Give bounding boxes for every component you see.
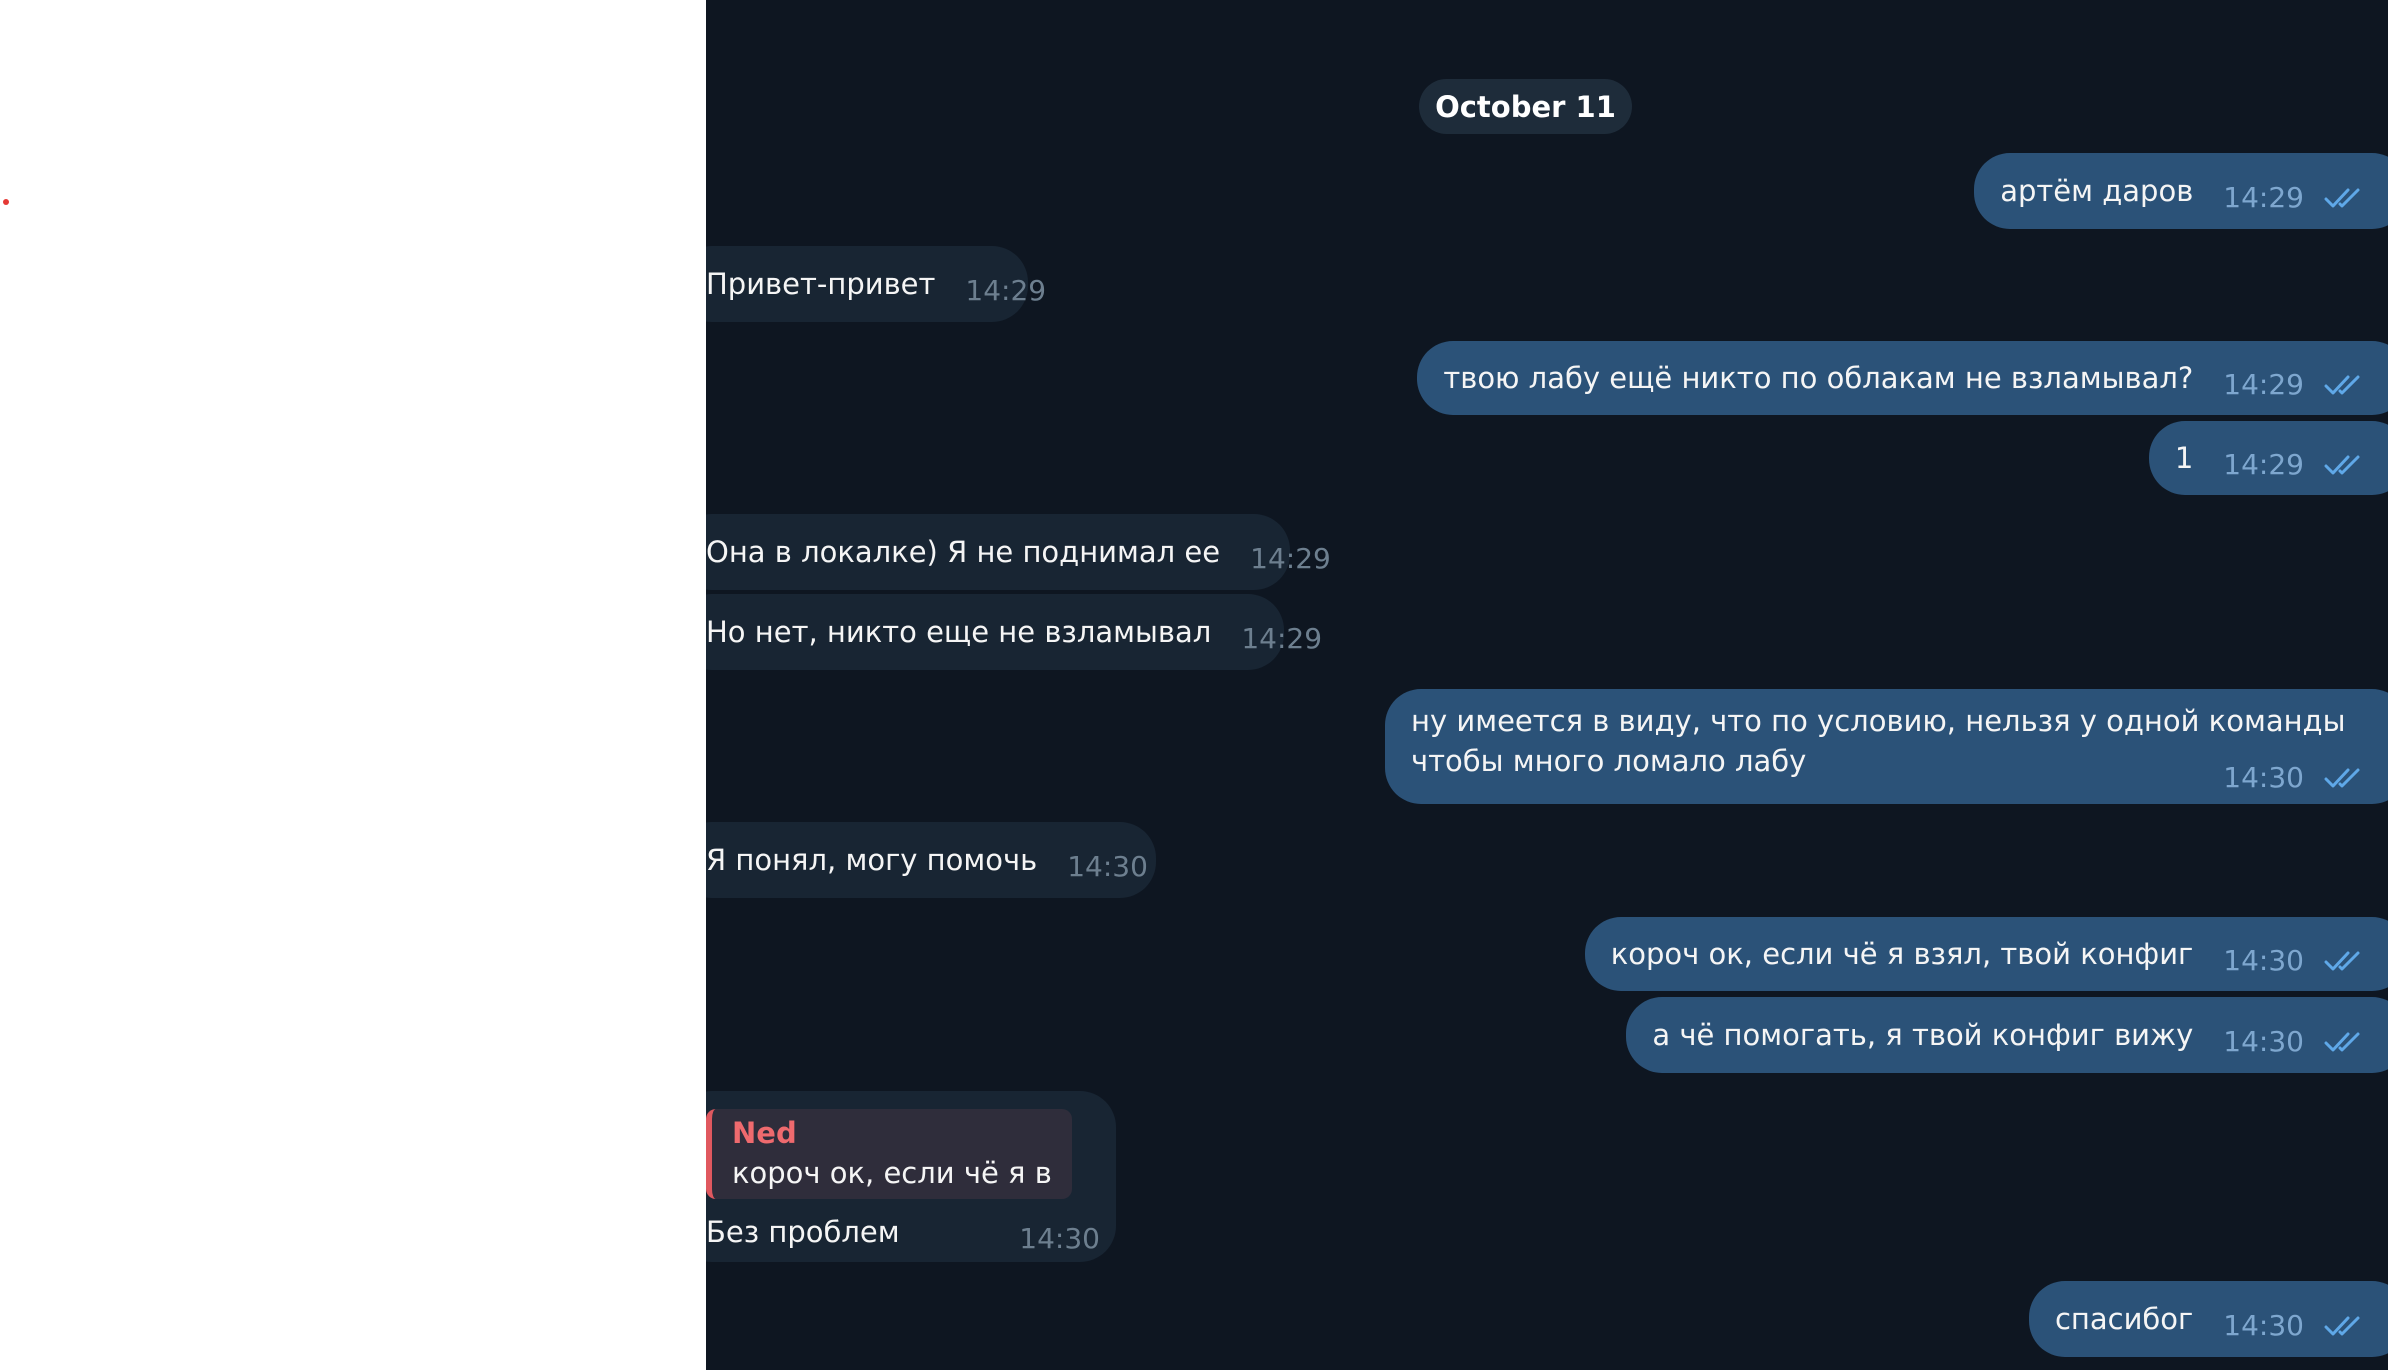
message-incoming[interactable]: Она в локалке) Я не поднимал ее 14:29 xyxy=(706,514,1331,590)
reply-quote[interactable]: Ned короч ок, если чё я в... xyxy=(706,1109,1072,1199)
double-check-icon xyxy=(2324,186,2366,210)
message-time: 14:30 xyxy=(1019,1222,1100,1255)
message-text: 1 xyxy=(2174,441,2194,475)
message-time: 14:30 xyxy=(2223,944,2304,977)
message-incoming[interactable]: Привет-привет 14:29 xyxy=(706,246,1046,322)
message-time: 14:29 xyxy=(2223,368,2304,401)
message-incoming[interactable]: Я понял, могу помочь 14:30 xyxy=(706,822,1156,898)
message-meta: 14:29 xyxy=(2223,445,2366,485)
message-text: Но нет, никто еще не взламывал xyxy=(706,615,1212,649)
message-text: короч ок, если чё я взял, твой конфиг xyxy=(1610,937,2194,971)
message-text: Без проблем xyxy=(706,1215,900,1249)
message-text: твою лабу ещё никто по облакам не взламы… xyxy=(1443,361,2194,395)
message-meta: 14:29 xyxy=(1250,539,1331,579)
double-check-icon xyxy=(2324,1314,2366,1338)
message-meta: 14:30 xyxy=(2223,758,2366,798)
message-meta: 14:29 xyxy=(2223,365,2366,405)
message-outgoing[interactable]: 1 14:29 xyxy=(2148,421,2388,495)
message-text: спасибог xyxy=(2054,1302,2194,1336)
message-outgoing[interactable]: артём даров 14:29 xyxy=(1974,153,2388,229)
message-meta: 14:30 xyxy=(1019,1219,1100,1259)
message-time: 14:29 xyxy=(1250,542,1331,575)
message-time: 14:29 xyxy=(1241,622,1323,655)
reply-author: Ned xyxy=(732,1116,797,1150)
message-meta: 14:29 xyxy=(965,271,1046,311)
message-time: 14:29 xyxy=(2223,448,2304,481)
message-meta: 14:30 xyxy=(2223,941,2366,981)
message-text: артём даров xyxy=(2000,174,2194,208)
chat-area[interactable]: October 11 артём даров 14:29 Привет-прив… xyxy=(706,0,2388,1370)
message-meta: 14:30 xyxy=(1067,847,1148,887)
message-meta: 14:30 xyxy=(2223,1022,2366,1062)
message-outgoing[interactable]: а чё помогать, я твой конфиг вижу 14:30 xyxy=(1626,997,2388,1073)
message-text-line: ну имеется в виду, что по условию, нельз… xyxy=(1411,704,2346,738)
message-time: 14:30 xyxy=(2223,1309,2304,1342)
message-outgoing[interactable]: короч ок, если чё я взял, твой конфиг 14… xyxy=(1584,917,2388,991)
double-check-icon xyxy=(2324,453,2366,477)
notification-dot xyxy=(3,199,9,205)
message-text: Она в локалке) Я не поднимал ее xyxy=(706,535,1221,569)
date-label: October 11 xyxy=(1435,89,1616,124)
message-meta: 14:30 xyxy=(2223,1306,2366,1346)
message-incoming[interactable]: Но нет, никто еще не взламывал 14:29 xyxy=(706,594,1322,670)
double-check-icon xyxy=(2324,1030,2366,1054)
message-meta: 14:29 xyxy=(1241,619,1322,659)
reply-text: короч ок, если чё я в... xyxy=(732,1156,1054,1190)
message-outgoing[interactable]: ну имеется в виду, что по условию, нельз… xyxy=(1385,689,2388,804)
message-outgoing[interactable]: твою лабу ещё никто по облакам не взламы… xyxy=(1417,341,2388,415)
message-text: Привет-привет xyxy=(706,267,936,301)
date-separator: October 11 xyxy=(1419,79,1632,134)
message-time: 14:30 xyxy=(2223,1025,2304,1058)
left-panel xyxy=(0,0,706,1370)
message-text: Я понял, могу помочь xyxy=(706,843,1038,877)
double-check-icon xyxy=(2324,949,2366,973)
message-meta: 14:29 xyxy=(2223,178,2366,218)
message-incoming-reply[interactable]: Ned короч ок, если чё я в... Без проблем… xyxy=(706,1091,1116,1262)
message-text: а чё помогать, я твой конфиг вижу xyxy=(1652,1018,2194,1052)
double-check-icon xyxy=(2324,373,2366,397)
message-time: 14:29 xyxy=(2223,181,2304,214)
double-check-icon xyxy=(2324,766,2366,790)
message-time: 14:29 xyxy=(965,274,1047,307)
message-time: 14:30 xyxy=(2223,761,2304,794)
message-outgoing[interactable]: спасибог 14:30 xyxy=(2028,1281,2388,1357)
message-time: 14:30 xyxy=(1067,850,1148,883)
